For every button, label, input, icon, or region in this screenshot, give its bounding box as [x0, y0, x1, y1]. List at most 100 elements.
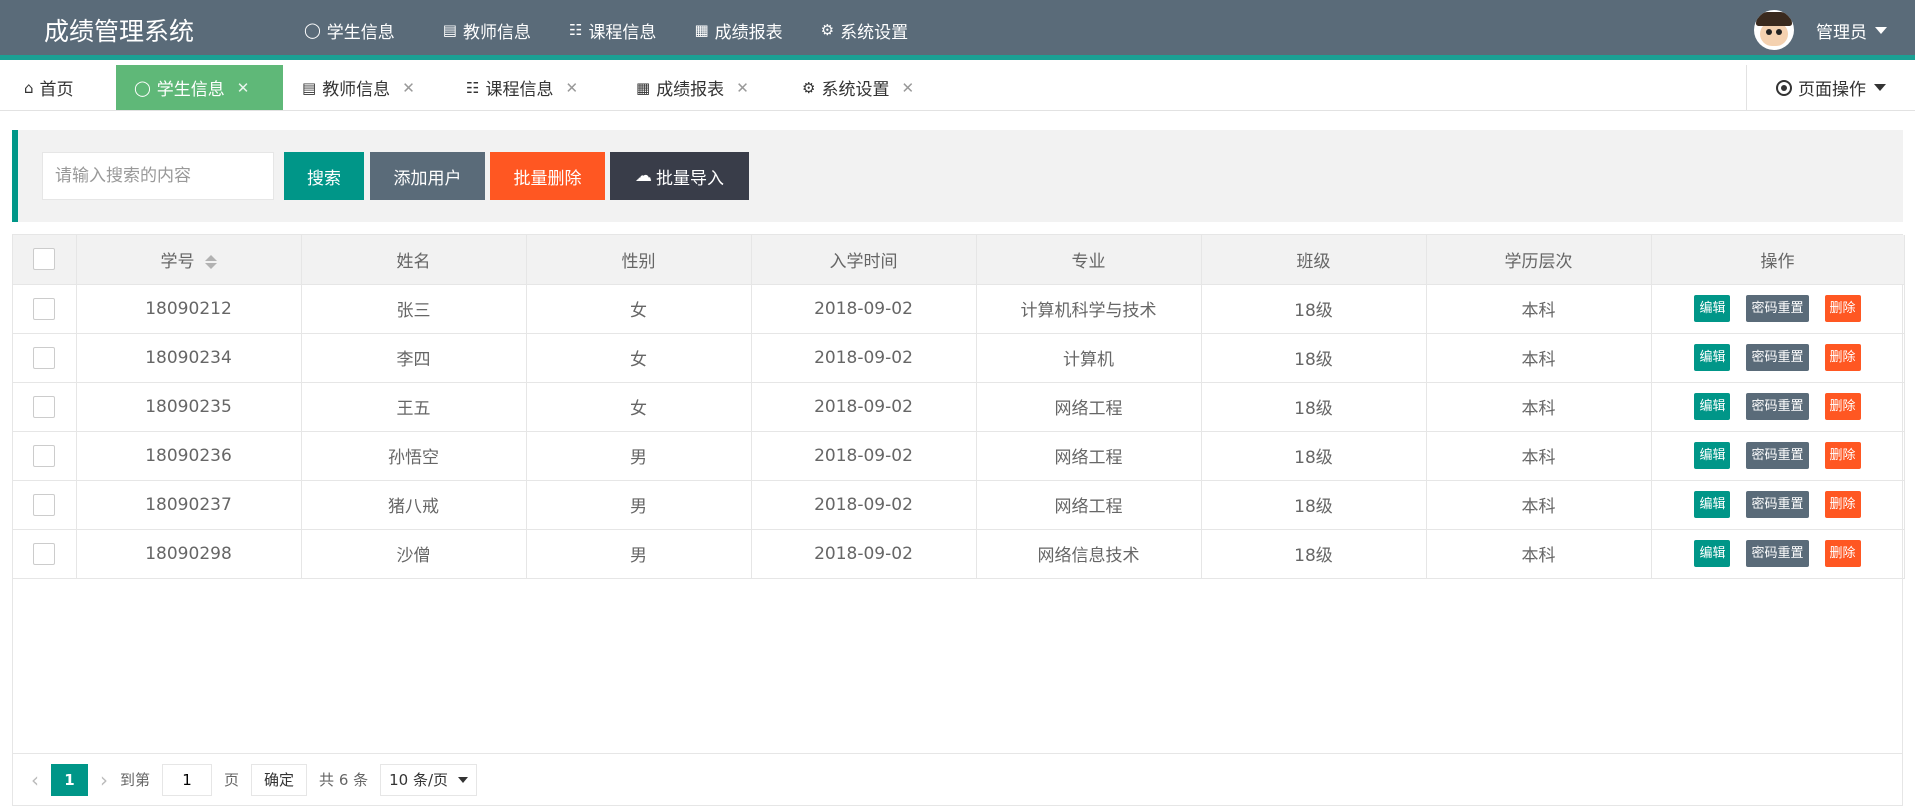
tab-course-info[interactable]: ☷ 课程信息 ✕ [466, 65, 578, 110]
cell-level: 本科 [1426, 382, 1652, 432]
search-toolbar: 搜索 添加用户 批量删除 ☁ 批量导入 [12, 130, 1903, 222]
edit-button[interactable]: 编辑 [1694, 442, 1731, 469]
add-user-button[interactable]: 添加用户 [370, 152, 485, 200]
chevron-down-icon [1874, 84, 1886, 91]
tab-teacher-info[interactable]: ▤ 教师信息 ✕ [302, 65, 415, 110]
cell-gender: 女 [526, 284, 752, 334]
cell-level: 本科 [1426, 284, 1652, 334]
page-operations-menu[interactable]: 页面操作 [1746, 65, 1915, 110]
goto-confirm-button[interactable]: 确定 [251, 763, 308, 796]
table-row: 18090234 李四 女 2018-09-02 计算机 18级 本科 编辑 密码… [13, 333, 1905, 383]
edit-button[interactable]: 编辑 [1694, 540, 1731, 567]
nav-system-settings[interactable]: ⚙ 系统设置 [807, 0, 922, 60]
cell-class: 18级 [1201, 529, 1427, 579]
table-row: 18090236 孙悟空 男 2018-09-02 网络工程 18级 本科 编辑… [13, 431, 1905, 481]
reset-password-button[interactable]: 密码重置 [1746, 491, 1809, 518]
delete-button[interactable]: 删除 [1824, 540, 1861, 567]
cell-actions: 编辑 密码重置 删除 [1651, 431, 1905, 481]
delete-button[interactable]: 删除 [1824, 442, 1861, 469]
tab-system-settings[interactable]: ⚙ 系统设置 ✕ [802, 65, 914, 110]
close-icon[interactable]: ✕ [402, 79, 415, 97]
cell-id: 18090234 [76, 333, 302, 383]
select-all-cell [13, 235, 77, 285]
close-icon[interactable]: ✕ [565, 79, 578, 97]
cell-actions: 编辑 密码重置 删除 [1651, 529, 1905, 579]
reset-password-button[interactable]: 密码重置 [1746, 540, 1809, 567]
delete-button[interactable]: 删除 [1824, 344, 1861, 371]
cell-name: 沙僧 [301, 529, 527, 579]
cell-actions: 编辑 密码重置 删除 [1651, 333, 1905, 383]
top-nav: ◯ 学生信息 ▤ 教师信息 ☷ 课程信息 ▦ 成绩报表 ⚙ 系统设置 [280, 0, 932, 60]
cell-major: 网络工程 [976, 382, 1202, 432]
batch-delete-button[interactable]: 批量删除 [490, 152, 605, 200]
row-checkbox[interactable] [33, 542, 56, 565]
row-checkbox[interactable] [33, 346, 56, 369]
user-menu[interactable]: 管理员 [1754, 0, 1887, 60]
gear-icon: ⚙ [820, 21, 835, 39]
table-row: 18090212 张三 女 2018-09-02 计算机科学与技术 18级 本科… [13, 284, 1905, 334]
edit-button[interactable]: 编辑 [1694, 344, 1731, 371]
cell-class: 18级 [1201, 333, 1427, 383]
page-size-select[interactable]: 10 条/页 [380, 763, 478, 796]
cell-date: 2018-09-02 [751, 480, 977, 530]
sort-icon[interactable] [204, 254, 217, 269]
goto-label: 到第 [120, 771, 151, 789]
close-icon[interactable]: ✕ [736, 79, 749, 97]
edit-button[interactable]: 编辑 [1694, 491, 1731, 518]
column-header-date: 入学时间 [751, 235, 977, 285]
tab-student-info[interactable]: ◯ 学生信息 ✕ [116, 65, 283, 110]
tab-home[interactable]: ⌂ 首页 [24, 65, 74, 110]
column-header-id[interactable]: 学号 [76, 235, 302, 285]
column-header-actions: 操作 [1651, 235, 1905, 285]
close-icon[interactable]: ✕ [237, 79, 250, 97]
row-checkbox[interactable] [33, 297, 56, 320]
cell-name: 王五 [301, 382, 527, 432]
cell-level: 本科 [1426, 480, 1652, 530]
edit-button[interactable]: 编辑 [1694, 295, 1731, 322]
select-all-checkbox[interactable] [33, 248, 56, 271]
cell-actions: 编辑 密码重置 删除 [1651, 382, 1905, 432]
tab-grade-report[interactable]: ▦ 成绩报表 ✕ [636, 65, 749, 110]
nav-course-info[interactable]: ☷ 课程信息 [555, 0, 670, 60]
next-page-icon[interactable]: › [100, 768, 108, 792]
book-icon: ☷ [568, 21, 583, 39]
current-page[interactable]: 1 [51, 763, 88, 796]
nav-grade-report[interactable]: ▦ 成绩报表 [680, 0, 796, 60]
row-checkbox[interactable] [33, 444, 56, 467]
row-checkbox[interactable] [33, 493, 56, 516]
prev-page-icon[interactable]: ‹ [31, 768, 39, 792]
column-header-gender: 性别 [526, 235, 752, 285]
column-header-major: 专业 [976, 235, 1202, 285]
reset-password-button[interactable]: 密码重置 [1746, 295, 1809, 322]
nav-teacher-info[interactable]: ▤ 教师信息 [429, 0, 545, 60]
delete-button[interactable]: 删除 [1824, 393, 1861, 420]
cell-id: 18090298 [76, 529, 302, 579]
reset-password-button[interactable]: 密码重置 [1746, 344, 1809, 371]
cell-level: 本科 [1426, 333, 1652, 383]
cell-gender: 男 [526, 431, 752, 481]
cell-major: 网络工程 [976, 431, 1202, 481]
chevron-down-icon [1875, 26, 1887, 34]
cell-major: 网络信息技术 [976, 529, 1202, 579]
column-header-class: 班级 [1201, 235, 1427, 285]
search-button[interactable]: 搜索 [284, 152, 364, 200]
delete-button[interactable]: 删除 [1824, 491, 1861, 518]
edit-button[interactable]: 编辑 [1694, 393, 1731, 420]
book-icon: ☷ [466, 78, 480, 97]
pagination: ‹ 1 › 到第 页 确定 共 6 条 10 条/页 [12, 754, 1903, 806]
reset-password-button[interactable]: 密码重置 [1746, 442, 1809, 469]
cell-date: 2018-09-02 [751, 333, 977, 383]
delete-button[interactable]: 删除 [1824, 295, 1861, 322]
cell-major: 计算机科学与技术 [976, 284, 1202, 334]
reset-password-button[interactable]: 密码重置 [1746, 393, 1809, 420]
batch-import-button[interactable]: ☁ 批量导入 [610, 152, 749, 200]
column-header-name: 姓名 [301, 235, 527, 285]
row-checkbox[interactable] [33, 395, 56, 418]
goto-page-input[interactable] [162, 763, 213, 796]
cell-gender: 男 [526, 529, 752, 579]
close-icon[interactable]: ✕ [901, 79, 914, 97]
search-input[interactable] [42, 152, 274, 200]
top-header: 成绩管理系统 ◯ 学生信息 ▤ 教师信息 ☷ 课程信息 ▦ 成绩报表 ⚙ 系统设… [0, 0, 1915, 60]
nav-student-info[interactable]: ◯ 学生信息 [280, 0, 419, 60]
column-header-level: 学历层次 [1426, 235, 1652, 285]
